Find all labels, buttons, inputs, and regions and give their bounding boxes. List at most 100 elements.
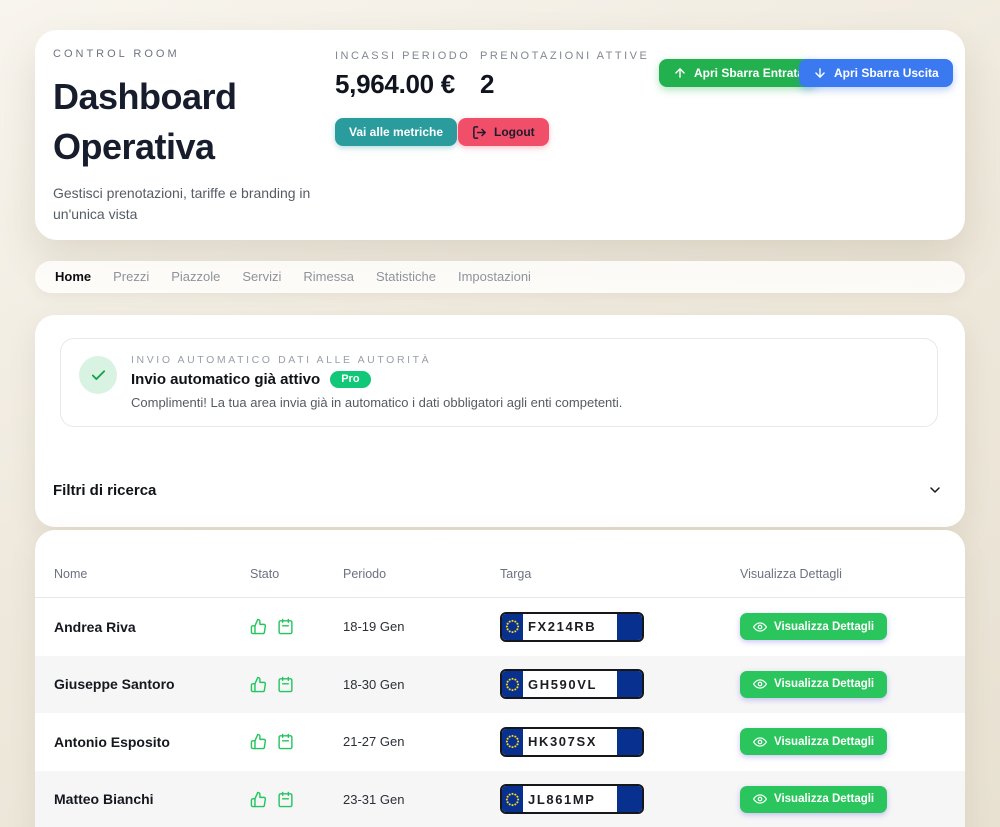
thumbs-up-icon xyxy=(250,618,267,635)
metrics-button[interactable]: Vai alle metriche xyxy=(335,118,457,146)
booking-status xyxy=(250,676,343,693)
table-row: Antonio Esposito 21-27 Gen HK30 xyxy=(35,713,965,771)
booking-plate-cell: FX214RB xyxy=(500,612,740,642)
col-header-targa: Targa xyxy=(500,567,740,581)
filters-toggle[interactable]: Filtri di ricerca xyxy=(35,465,965,515)
view-details-button[interactable]: Visualizza Dettagli xyxy=(740,671,887,698)
calendar-icon xyxy=(277,791,294,808)
page-subtitle: Gestisci prenotazioni, tariffe e brandin… xyxy=(53,183,313,225)
eu-stars-icon xyxy=(502,786,523,812)
alert-description: Complimenti! La tua area invia già in au… xyxy=(131,395,622,410)
license-plate: JL861MP xyxy=(500,784,644,814)
logout-button-label: Logout xyxy=(494,125,535,139)
tab-rimessa[interactable]: Rimessa xyxy=(292,261,365,293)
booking-period: 23-31 Gen xyxy=(343,792,500,807)
view-details-button[interactable]: Visualizza Dettagli xyxy=(740,613,887,640)
eu-stars-icon xyxy=(502,671,523,697)
alert-eyebrow: INVIO AUTOMATICO DATI ALLE AUTORITÀ xyxy=(131,354,622,366)
booking-period: 18-19 Gen xyxy=(343,619,500,634)
tab-statistiche[interactable]: Statistiche xyxy=(365,261,447,293)
stat-incassi: INCASSI PERIODO 5,964.00 € xyxy=(335,50,470,100)
page-title: Dashboard Operativa xyxy=(53,72,298,172)
booking-action-cell: Visualizza Dettagli xyxy=(740,786,965,813)
eye-icon xyxy=(753,735,767,749)
tab-impostazioni[interactable]: Impostazioni xyxy=(447,261,542,293)
check-icon xyxy=(79,356,117,394)
eu-stars-icon xyxy=(502,729,523,755)
auto-send-alert: INVIO AUTOMATICO DATI ALLE AUTORITÀ Invi… xyxy=(60,338,938,427)
booking-name: Andrea Riva xyxy=(54,619,250,635)
logout-icon xyxy=(472,125,487,140)
plate-right-band xyxy=(617,786,642,812)
thumbs-up-icon xyxy=(250,676,267,693)
view-details-label: Visualizza Dettagli xyxy=(774,621,874,633)
bookings-table-card: Nome Stato Periodo Targa Visualizza Dett… xyxy=(35,530,965,827)
plate-right-band xyxy=(617,729,642,755)
header-card: CONTROL ROOM Dashboard Operativa Gestisc… xyxy=(35,30,965,240)
booking-name: Antonio Esposito xyxy=(54,734,250,750)
arrow-up-icon xyxy=(673,66,687,80)
license-plate: GH590VL xyxy=(500,669,644,699)
booking-plate-cell: HK307SX xyxy=(500,727,740,757)
chevron-down-icon[interactable] xyxy=(927,482,943,498)
booking-status xyxy=(250,618,343,635)
tab-home[interactable]: Home xyxy=(44,261,102,293)
license-plate: HK307SX xyxy=(500,727,644,757)
license-plate-text: HK307SX xyxy=(523,729,617,755)
tab-piazzole[interactable]: Piazzole xyxy=(160,261,231,293)
booking-status xyxy=(250,791,343,808)
stat-prenotazioni-value: 2 xyxy=(480,69,649,100)
open-exit-barrier-button[interactable]: Apri Sbarra Uscita xyxy=(799,59,953,87)
col-header-stato: Stato xyxy=(250,567,343,581)
eye-icon xyxy=(753,677,767,691)
booking-status xyxy=(250,733,343,750)
thumbs-up-icon xyxy=(250,733,267,750)
booking-action-cell: Visualizza Dettagli xyxy=(740,613,965,640)
booking-plate-cell: JL861MP xyxy=(500,784,740,814)
plate-right-band xyxy=(617,671,642,697)
table-row: Matteo Bianchi 23-31 Gen JL861M xyxy=(35,771,965,827)
view-details-label: Visualizza Dettagli xyxy=(774,793,874,805)
calendar-icon xyxy=(277,618,294,635)
stat-prenotazioni: PRENOTAZIONI ATTIVE 2 xyxy=(480,50,649,100)
view-details-button[interactable]: Visualizza Dettagli xyxy=(740,728,887,755)
booking-plate-cell: GH590VL xyxy=(500,669,740,699)
table-row: Giuseppe Santoro 18-30 Gen GH59 xyxy=(35,656,965,714)
open-entry-barrier-label: Apri Sbarra Entrata xyxy=(694,66,804,80)
dashboard-page: CONTROL ROOM Dashboard Operativa Gestisc… xyxy=(0,0,1000,827)
col-header-periodo: Periodo xyxy=(343,567,500,581)
view-details-button[interactable]: Visualizza Dettagli xyxy=(740,786,887,813)
table-header-row: Nome Stato Periodo Targa Visualizza Dett… xyxy=(35,550,965,598)
thumbs-up-icon xyxy=(250,791,267,808)
col-header-nome: Nome xyxy=(54,567,250,581)
open-entry-barrier-button[interactable]: Apri Sbarra Entrata xyxy=(659,59,818,87)
metrics-button-label: Vai alle metriche xyxy=(349,125,443,139)
view-details-label: Visualizza Dettagli xyxy=(774,736,874,748)
calendar-icon xyxy=(277,676,294,693)
table-body: Andrea Riva 18-19 Gen FX214RB xyxy=(35,598,965,827)
view-details-label: Visualizza Dettagli xyxy=(774,678,874,690)
eye-icon xyxy=(753,792,767,806)
alert-text-block: INVIO AUTOMATICO DATI ALLE AUTORITÀ Invi… xyxy=(131,354,622,410)
col-header-dettagli: Visualizza Dettagli xyxy=(740,567,965,581)
stat-incassi-value: 5,964.00 € xyxy=(335,69,470,100)
booking-name: Matteo Bianchi xyxy=(54,791,250,807)
tab-servizi[interactable]: Servizi xyxy=(231,261,292,293)
content-card: INVIO AUTOMATICO DATI ALLE AUTORITÀ Invi… xyxy=(35,315,965,527)
alert-title: Invio automatico già attivo xyxy=(131,371,320,388)
booking-period: 18-30 Gen xyxy=(343,677,500,692)
license-plate-text: JL861MP xyxy=(523,786,617,812)
booking-action-cell: Visualizza Dettagli xyxy=(740,728,965,755)
eye-icon xyxy=(753,620,767,634)
open-exit-barrier-label: Apri Sbarra Uscita xyxy=(834,66,939,80)
license-plate-text: FX214RB xyxy=(523,614,617,640)
main-nav: Home Prezzi Piazzole Servizi Rimessa Sta… xyxy=(35,261,965,293)
booking-period: 21-27 Gen xyxy=(343,734,500,749)
stat-incassi-label: INCASSI PERIODO xyxy=(335,50,470,62)
calendar-icon xyxy=(277,733,294,750)
filters-title: Filtri di ricerca xyxy=(53,482,156,499)
logout-button[interactable]: Logout xyxy=(458,118,549,146)
booking-action-cell: Visualizza Dettagli xyxy=(740,671,965,698)
tab-prezzi[interactable]: Prezzi xyxy=(102,261,160,293)
pro-badge: Pro xyxy=(330,371,370,388)
